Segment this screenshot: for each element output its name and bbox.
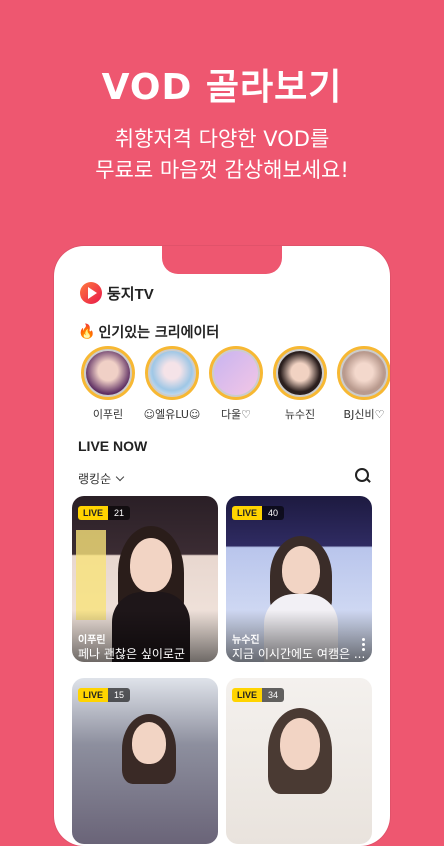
live-card[interactable]: LIVE 40 뉴수진 지금 이시간에도 여캠은 ... bbox=[226, 496, 372, 662]
viewer-count: 34 bbox=[262, 688, 285, 702]
live-badge: LIVE 40 bbox=[232, 506, 285, 520]
live-badge: LIVE 34 bbox=[232, 688, 285, 702]
promo-subtitle-line2: 무료로 마음껏 감상해보세요! bbox=[95, 158, 349, 182]
search-icon[interactable] bbox=[355, 468, 371, 484]
phone-frame: 둥지TV 🔥 인기있는 크리에이터 이푸린 ☺엘유LU☺ 다울♡ 뉴수진 BJ신… bbox=[54, 246, 390, 846]
live-badge-label: LIVE bbox=[78, 506, 109, 520]
live-now-title: LIVE NOW bbox=[78, 438, 148, 454]
app-header: 둥지TV bbox=[80, 282, 154, 304]
avatar bbox=[273, 346, 327, 400]
creator-item[interactable]: ☺엘유LU☺ bbox=[140, 346, 204, 422]
stream-thumbnail bbox=[226, 678, 372, 844]
creator-item[interactable]: 뉴수진 bbox=[268, 346, 332, 422]
creator-name: 뉴수진 bbox=[284, 408, 316, 421]
live-card[interactable]: LIVE 21 이푸린 페나 괜찮은 싶이로군 bbox=[72, 496, 218, 662]
popular-creators-title: 🔥 인기있는 크리에이터 bbox=[78, 322, 219, 342]
live-card[interactable]: LIVE 15 bbox=[72, 678, 218, 844]
fire-icon: 🔥 bbox=[78, 324, 96, 340]
sort-dropdown[interactable]: 랭킹순 bbox=[78, 470, 125, 487]
more-options-icon[interactable] bbox=[362, 638, 366, 653]
live-badge-label: LIVE bbox=[78, 688, 109, 702]
play-logo-icon bbox=[80, 282, 102, 304]
viewer-count: 21 bbox=[108, 506, 131, 520]
streamer-name: 뉴수진 bbox=[232, 635, 260, 646]
avatar bbox=[145, 346, 199, 400]
popular-creators-label: 인기있는 크리에이터 bbox=[98, 325, 220, 341]
creator-item[interactable]: 다울♡ bbox=[204, 346, 268, 422]
stream-thumbnail bbox=[72, 678, 218, 844]
promo-title: VOD 골라보기 bbox=[101, 67, 343, 108]
stream-caption: 페나 괜찮은 싶이로군 bbox=[78, 647, 185, 661]
live-badge-label: LIVE bbox=[232, 688, 263, 702]
avatar bbox=[81, 346, 135, 400]
creator-carousel[interactable]: 이푸린 ☺엘유LU☺ 다울♡ 뉴수진 BJ신비♡ bbox=[76, 346, 390, 428]
live-card[interactable]: LIVE 34 bbox=[226, 678, 372, 844]
app-logo-text: 둥지TV bbox=[107, 285, 154, 303]
viewer-count: 40 bbox=[262, 506, 285, 520]
chevron-down-icon bbox=[115, 472, 125, 482]
streamer-name: 이푸린 bbox=[78, 635, 106, 646]
live-badge: LIVE 21 bbox=[78, 506, 131, 520]
creator-item[interactable]: 이푸린 bbox=[76, 346, 140, 422]
avatar bbox=[337, 346, 390, 400]
sort-label: 랭킹순 bbox=[78, 472, 112, 486]
avatar bbox=[209, 346, 263, 400]
promo-subtitle: 취향저격 다양한 VOD를 무료로 마음껏 감상해보세요! bbox=[0, 124, 444, 186]
phone-notch bbox=[162, 246, 282, 274]
creator-name: 다울♡ bbox=[220, 408, 252, 421]
live-badge: LIVE 15 bbox=[78, 688, 131, 702]
stream-caption: 지금 이시간에도 여캠은 ... bbox=[232, 647, 366, 661]
viewer-count: 15 bbox=[108, 688, 131, 702]
live-badge-label: LIVE bbox=[232, 506, 263, 520]
creator-name: BJ신비♡ bbox=[343, 408, 385, 421]
creator-name: 이푸린 bbox=[92, 408, 124, 421]
creator-item[interactable]: BJ신비♡ bbox=[332, 346, 390, 422]
creator-name: ☺엘유LU☺ bbox=[143, 408, 201, 421]
promo-subtitle-line1: 취향저격 다양한 VOD를 bbox=[114, 127, 330, 151]
